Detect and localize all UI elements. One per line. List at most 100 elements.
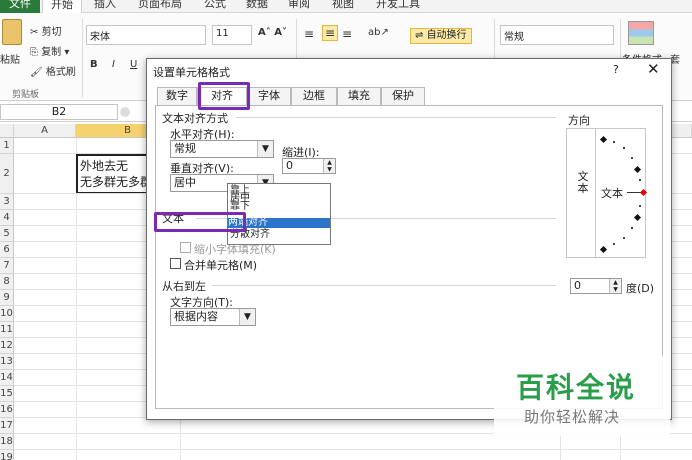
row-header-18[interactable]: 18 <box>0 434 14 450</box>
tab-border[interactable]: 边框 <box>291 87 337 105</box>
orientation-handle-icon[interactable] <box>639 188 648 197</box>
section-divider <box>212 285 556 286</box>
chevron-down-icon[interactable]: ▼ <box>239 309 255 325</box>
copy-label: 复制 ▾ <box>41 47 70 58</box>
copy-button[interactable]: ⎘ 复制 ▾ <box>30 43 69 58</box>
cut-label: 剪切 <box>41 27 62 38</box>
cut-button[interactable]: ✂ 剪切 <box>30 23 62 38</box>
tab-review[interactable]: 审阅 <box>280 0 318 13</box>
tab-formulas[interactable]: 公式 <box>196 0 234 13</box>
row-header-6[interactable]: 6 <box>0 242 14 258</box>
wrap-text-button[interactable]: ⇌ 自动换行 <box>410 28 472 44</box>
clipboard-group-label: 剪贴板 <box>12 90 40 100</box>
gridline <box>14 449 692 450</box>
orientation-tick-icon <box>633 165 642 174</box>
watermark-title: 百科全说 <box>516 371 637 404</box>
tab-protection[interactable]: 保护 <box>381 87 425 105</box>
copy-icon: ⎘ <box>30 47 42 58</box>
help-icon[interactable]: ? <box>613 63 619 76</box>
row-header-10[interactable]: 10 <box>0 306 14 322</box>
align-top-icon[interactable]: ≡ <box>304 27 314 41</box>
merge-cells-checkbox[interactable] <box>170 258 181 269</box>
tab-developer[interactable]: 开发工具 <box>368 0 428 13</box>
horizontal-text-sample: 文本 <box>601 187 623 200</box>
tab-page-layout[interactable]: 页面布局 <box>130 0 190 13</box>
degrees-spinner[interactable]: 0 ▲ ▼ <box>570 278 622 294</box>
dropdown-option-bottom[interactable]: 靠下 <box>230 202 250 212</box>
row-header-11[interactable]: 11 <box>0 322 14 338</box>
tab-file[interactable]: 文件 <box>0 0 40 13</box>
degrees-value: 0 <box>574 279 581 292</box>
orientation-label: 方向 <box>568 114 590 127</box>
horizontal-align-combo[interactable]: 常规 ▼ <box>170 140 274 158</box>
orientation-icon[interactable]: ab↗ <box>368 27 389 38</box>
cell-b2[interactable]: 外地去无 无多群无多群 <box>76 154 156 194</box>
spinner-arrows-icon[interactable]: ▲ ▼ <box>609 279 621 293</box>
spinner-arrows-icon[interactable]: ▲ ▼ <box>323 159 335 173</box>
select-all-corner[interactable] <box>0 124 14 138</box>
indent-value: 0 <box>286 159 293 172</box>
number-format-combo[interactable]: 常规 <box>500 25 614 45</box>
tab-fill[interactable]: 填充 <box>337 87 381 105</box>
paste-button[interactable]: 粘贴 <box>0 51 20 66</box>
row-header-9[interactable]: 9 <box>0 290 14 306</box>
row-header-17[interactable]: 17 <box>0 418 14 434</box>
align-bottom-icon[interactable]: ≡ <box>342 27 352 41</box>
orientation-tick-icon <box>623 147 625 149</box>
orientation-control[interactable]: 文本 文本 <box>566 128 648 258</box>
row-header-3[interactable]: 3 <box>0 194 14 210</box>
format-painter-button[interactable]: 🖌 格式刷 <box>30 63 76 78</box>
tab-data[interactable]: 数据 <box>238 0 276 13</box>
tab-home[interactable]: 开始 <box>42 0 82 13</box>
dialog-titlebar: 设置单元格格式 ? ✕ <box>147 59 671 81</box>
indent-spinner[interactable]: 0 ▲ ▼ <box>282 158 336 174</box>
tab-number[interactable]: 数字 <box>157 87 197 105</box>
watermark: 百科全说 助你轻松解决 <box>494 356 670 436</box>
grow-font-icon[interactable]: A˄ A˅ <box>258 27 287 38</box>
highlight-box-alignment-tab <box>198 82 250 110</box>
format-painter-label: 格式刷 <box>45 67 76 78</box>
chevron-down-icon[interactable]: ▼ <box>257 141 273 157</box>
font-name-combo[interactable]: 宋体 <box>86 25 206 45</box>
row-header-12[interactable]: 12 <box>0 338 14 354</box>
bold-icon[interactable]: B <box>90 59 98 70</box>
text-direction-combo[interactable]: 根据内容 ▼ <box>170 308 256 326</box>
orientation-tick-icon <box>613 141 615 143</box>
paste-icon[interactable] <box>2 19 22 45</box>
tab-view[interactable]: 视图 <box>324 0 362 13</box>
watermark-subtitle: 助你轻松解决 <box>524 408 621 426</box>
row-header-2[interactable]: 2 <box>0 154 14 194</box>
column-header-a[interactable]: A <box>14 124 76 138</box>
name-box[interactable]: B2 <box>0 104 118 120</box>
tab-font[interactable]: 字体 <box>247 87 291 105</box>
italic-icon[interactable]: I <box>112 59 115 70</box>
align-middle-icon[interactable]: ≡ <box>322 25 339 41</box>
row-header-4[interactable]: 4 <box>0 210 14 226</box>
shrink-to-fit-checkbox[interactable] <box>180 242 191 253</box>
scissors-icon: ✂ <box>30 27 42 38</box>
row-header-14[interactable]: 14 <box>0 370 14 386</box>
row-header-15[interactable]: 15 <box>0 386 14 402</box>
rtl-section-label: 从右到左 <box>162 280 206 293</box>
row-header-7[interactable]: 7 <box>0 258 14 274</box>
name-box-dropdown-icon[interactable] <box>120 107 130 117</box>
close-icon[interactable]: ✕ <box>647 60 660 78</box>
vertical-align-value: 居中 <box>174 176 196 189</box>
tab-insert[interactable]: 插入 <box>86 0 124 13</box>
font-size-combo[interactable]: 11 <box>212 25 252 45</box>
row-header-19[interactable]: 19 <box>0 450 14 460</box>
orientation-tick-icon <box>639 179 641 181</box>
row-header-16[interactable]: 16 <box>0 402 14 418</box>
vertical-text-sample[interactable]: 文本 <box>577 171 589 195</box>
orientation-tick-icon <box>631 227 633 229</box>
row-header-8[interactable]: 8 <box>0 274 14 290</box>
row-header-13[interactable]: 13 <box>0 354 14 370</box>
section-divider <box>236 117 556 118</box>
horizontal-align-value: 常规 <box>174 142 196 155</box>
orientation-divider <box>595 129 596 257</box>
row-header-1[interactable]: 1 <box>0 138 14 154</box>
underline-icon[interactable]: U <box>130 59 137 70</box>
row-header-5[interactable]: 5 <box>0 226 14 242</box>
conditional-format-icon[interactable] <box>628 21 654 45</box>
group-separator <box>82 19 83 97</box>
